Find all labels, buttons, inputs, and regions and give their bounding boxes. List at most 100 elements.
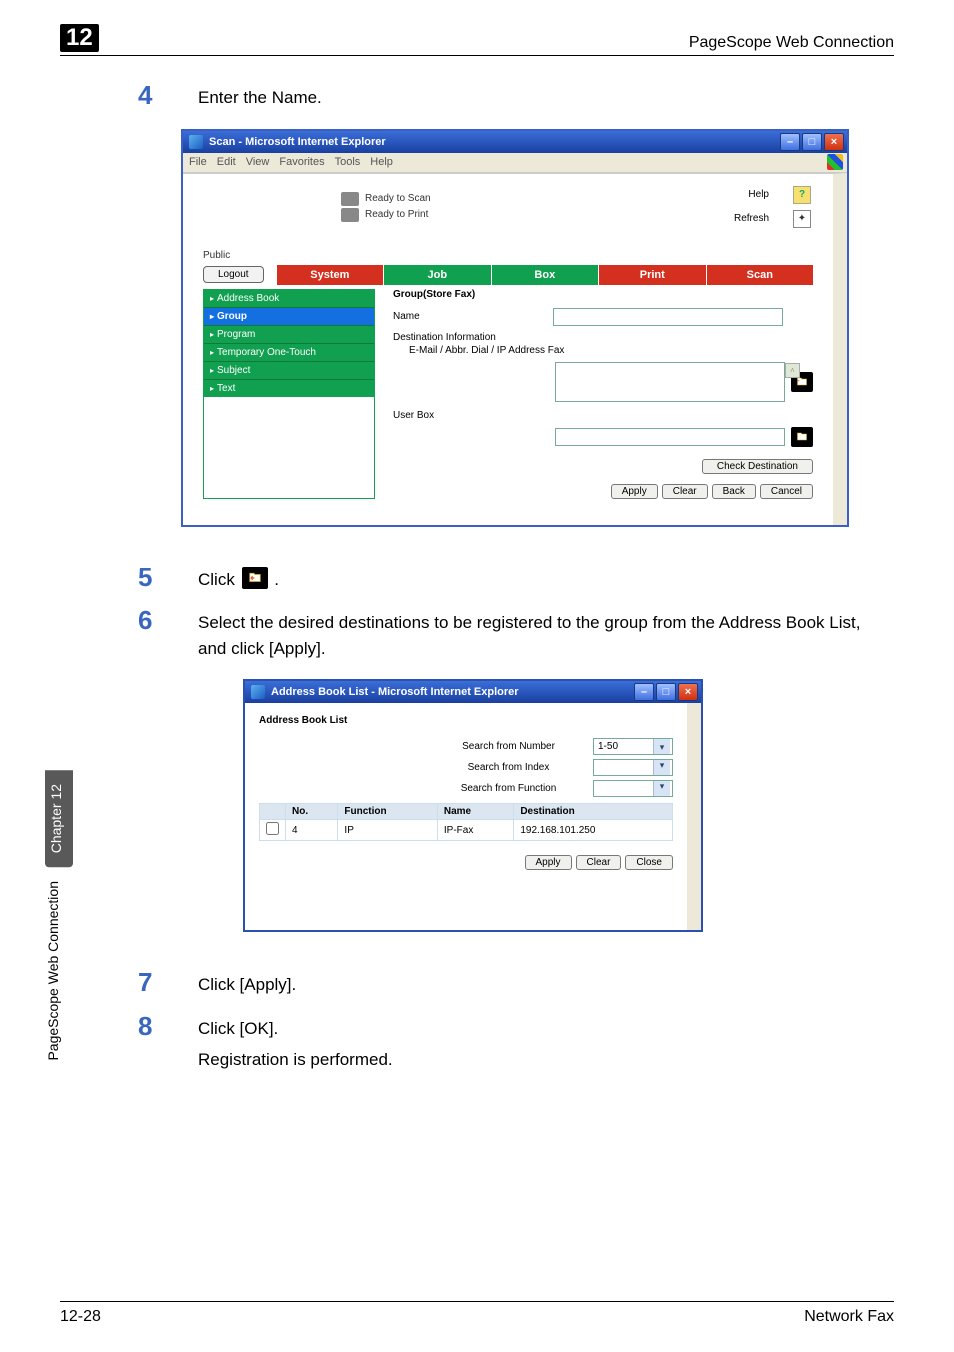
help-icon[interactable]: ?	[793, 186, 811, 204]
col-no: No.	[286, 804, 338, 820]
close-button[interactable]: Close	[625, 855, 673, 870]
tab-system[interactable]: System	[277, 265, 383, 285]
apply-button[interactable]: Apply	[525, 855, 572, 870]
check-destination-button[interactable]: Check Destination	[702, 459, 813, 474]
scroll-up-icon[interactable]: ˄	[785, 363, 800, 378]
table-row[interactable]: 4 IP IP-Fax 192.168.101.250	[260, 820, 673, 841]
maximize-button[interactable]: □	[802, 133, 822, 151]
destination-info-label: Destination Information	[393, 332, 553, 343]
ready-print-text: Ready to Print	[365, 209, 428, 220]
apply-button[interactable]: Apply	[611, 484, 658, 499]
destination-textarea[interactable]: ˄	[555, 362, 785, 402]
logout-button[interactable]: Logout	[203, 266, 264, 283]
destination-sub-label: E-Mail / Abbr. Dial / IP Address Fax	[409, 345, 564, 356]
cancel-button[interactable]: Cancel	[760, 484, 813, 499]
col-function: Function	[338, 804, 437, 820]
clear-button[interactable]: Clear	[662, 484, 708, 499]
window-title: Address Book List - Microsoft Internet E…	[271, 686, 634, 698]
menu-file[interactable]: File	[189, 156, 207, 168]
nav-subject[interactable]: Subject	[204, 362, 374, 380]
step-number: 7	[138, 969, 168, 995]
step-text: Click [OK].	[198, 1016, 278, 1042]
search-from-number-label: Search from Number	[436, 741, 581, 752]
back-button[interactable]: Back	[712, 484, 756, 499]
step-text: Click .	[198, 567, 279, 593]
minimize-button[interactable]: –	[634, 683, 654, 701]
ie-icon	[251, 685, 265, 699]
cell-no: 4	[286, 820, 338, 841]
step-number: 4	[138, 82, 168, 108]
userbox-browse-icon[interactable]	[791, 427, 813, 447]
help-link[interactable]: Help	[748, 189, 769, 200]
nav-text[interactable]: Text	[204, 380, 374, 397]
address-book-list-header: Address Book List	[259, 715, 673, 726]
chapter-number-badge: 12	[60, 24, 99, 52]
tab-print[interactable]: Print	[599, 265, 705, 285]
col-name: Name	[437, 804, 513, 820]
nav-temporary-one-touch[interactable]: Temporary One-Touch	[204, 344, 374, 362]
nav-program[interactable]: Program	[204, 326, 374, 344]
windows-flag-icon	[827, 154, 843, 170]
step-follow-text: Registration is performed.	[198, 1047, 393, 1073]
ready-scan-text: Ready to Scan	[365, 193, 431, 204]
refresh-link[interactable]: Refresh	[734, 213, 769, 224]
clear-button[interactable]: Clear	[576, 855, 622, 870]
tab-box[interactable]: Box	[492, 265, 598, 285]
search-from-function-label: Search from Function	[436, 783, 581, 794]
window-titlebar: Address Book List - Microsoft Internet E…	[245, 681, 701, 703]
cell-destination: 192.168.101.250	[514, 820, 673, 841]
name-label: Name	[393, 311, 553, 322]
page-number: 12-28	[60, 1308, 101, 1326]
refresh-icon[interactable]: ✦	[793, 210, 811, 228]
add-destination-icon	[242, 567, 268, 589]
minimize-button[interactable]: –	[780, 133, 800, 151]
tab-scan[interactable]: Scan	[707, 265, 813, 285]
address-book-list-window: Address Book List - Microsoft Internet E…	[243, 679, 703, 932]
step-text: Click [Apply].	[198, 972, 296, 998]
cell-name: IP-Fax	[437, 820, 513, 841]
tab-job[interactable]: Job	[384, 265, 490, 285]
page-header-title: PageScope Web Connection	[689, 34, 894, 52]
step-text: Enter the Name.	[198, 85, 322, 111]
col-checkbox	[260, 804, 286, 820]
maximize-button[interactable]: □	[656, 683, 676, 701]
panel-title: Group(Store Fax)	[393, 289, 813, 300]
side-tab-chapter: Chapter 12	[45, 770, 73, 867]
printer-icon	[341, 208, 359, 222]
search-function-select[interactable]	[593, 780, 673, 797]
menu-favorites[interactable]: Favorites	[279, 156, 324, 168]
menu-tools[interactable]: Tools	[335, 156, 361, 168]
side-tab-label: PageScope Web Connection	[45, 867, 73, 1075]
user-label: Public	[203, 250, 813, 261]
menu-bar: File Edit View Favorites Tools Help	[183, 153, 847, 173]
address-book-table: No. Function Name Destination 4 IP IP-Fa…	[259, 803, 673, 841]
name-input[interactable]	[553, 308, 783, 326]
col-destination: Destination	[514, 804, 673, 820]
side-nav: Address Book Group Program Temporary One…	[203, 289, 375, 499]
userbox-input[interactable]	[555, 428, 785, 446]
menu-view[interactable]: View	[246, 156, 270, 168]
cell-function: IP	[338, 820, 437, 841]
row-checkbox[interactable]	[266, 822, 279, 835]
step-number: 6	[138, 607, 168, 633]
nav-group[interactable]: Group	[204, 308, 374, 326]
menu-help[interactable]: Help	[370, 156, 393, 168]
window-title: Scan - Microsoft Internet Explorer	[209, 136, 780, 148]
footer-title: Network Fax	[804, 1308, 894, 1326]
close-button[interactable]: ×	[678, 683, 698, 701]
search-number-select[interactable]: 1-50	[593, 738, 673, 755]
search-index-select[interactable]	[593, 759, 673, 776]
search-from-index-label: Search from Index	[436, 762, 581, 773]
step-number: 5	[138, 564, 168, 590]
side-tab: Chapter 12 PageScope Web Connection	[45, 770, 73, 1200]
scanner-icon	[341, 192, 359, 206]
ie-icon	[189, 135, 203, 149]
nav-address-book[interactable]: Address Book	[204, 290, 374, 308]
window-titlebar: Scan - Microsoft Internet Explorer – □ ×	[183, 131, 847, 153]
step-number: 8	[138, 1013, 168, 1039]
step-text: Select the desired destinations to be re…	[198, 610, 888, 661]
ie-window-screenshot: Scan - Microsoft Internet Explorer – □ ×…	[181, 129, 849, 527]
userbox-label: User Box	[393, 410, 553, 421]
menu-edit[interactable]: Edit	[217, 156, 236, 168]
close-button[interactable]: ×	[824, 133, 844, 151]
